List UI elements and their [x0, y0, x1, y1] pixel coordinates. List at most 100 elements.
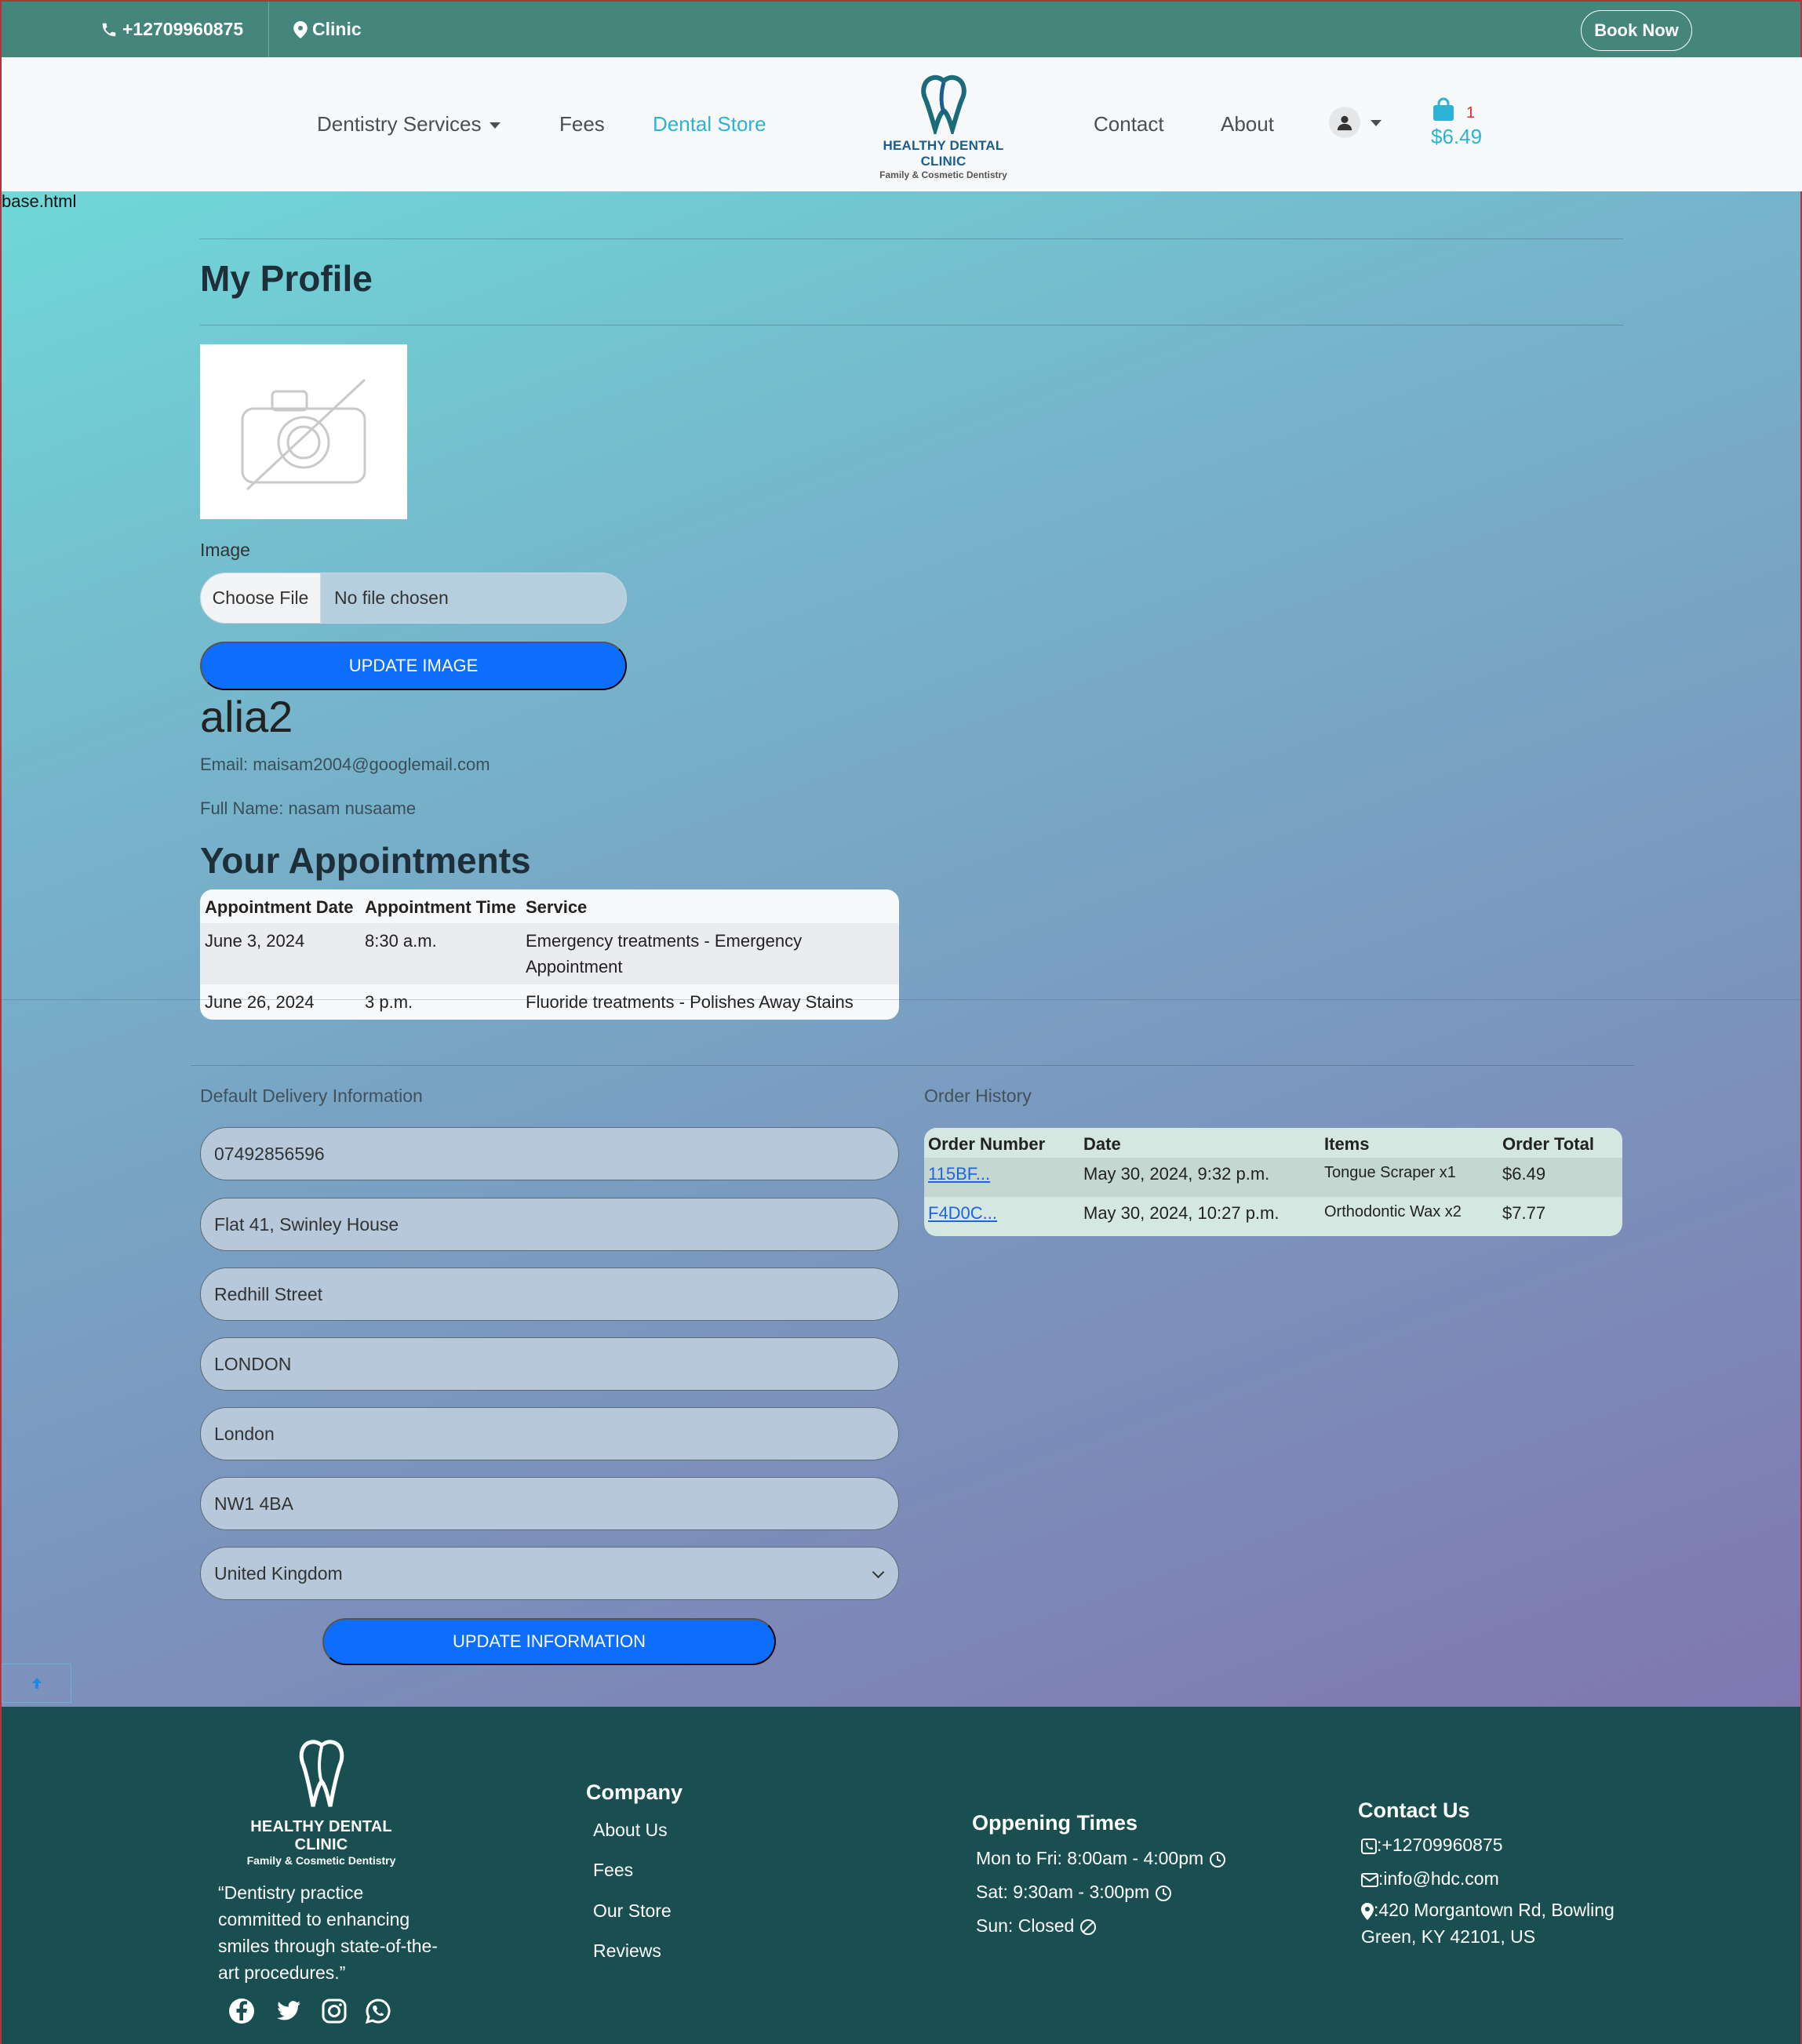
username-heading: alia2: [200, 692, 293, 741]
divider: [191, 1065, 1634, 1066]
shopping-bag-icon: [1433, 97, 1454, 121]
address-line1-field[interactable]: Flat 41, Swinley House: [200, 1198, 899, 1251]
col-service: Service: [526, 897, 588, 917]
user-menu-chevron-icon[interactable]: [1371, 120, 1382, 126]
cart-total: $6.49: [1431, 125, 1483, 148]
appointment-service: Fluoride treatments - Polishes Away Stai…: [526, 992, 854, 1012]
hours-weekdays-text: Mon to Fri: 8:00am - 4:00pm: [976, 1848, 1204, 1868]
scroll-to-top-button[interactable]: [2, 1664, 71, 1703]
topbar-clinic-link[interactable]: Clinic: [293, 19, 362, 40]
col-order-number: Order Number: [924, 1128, 1079, 1158]
nav-dental-store[interactable]: Dental Store: [653, 112, 766, 136]
county-field[interactable]: London: [200, 1407, 899, 1460]
file-status: No file chosen: [334, 587, 449, 608]
table-row: June 3, 2024 8:30 a.m. Emergency treatme…: [200, 923, 899, 984]
choose-file-button[interactable]: Choose File: [201, 573, 321, 623]
appointment-time: 8:30 a.m.: [360, 923, 521, 984]
footer-link-reviews[interactable]: Reviews: [593, 1940, 661, 1962]
country-select-value: United Kingdom: [214, 1562, 343, 1584]
footer-contact-address-text: :420 Morgantown Rd, Bowling Green, KY 42…: [1361, 1900, 1615, 1947]
topbar-phone-text: +12709960875: [122, 19, 244, 39]
logo-name: HEALTHY DENTAL CLINIC: [883, 138, 1004, 169]
instagram-icon[interactable]: [320, 1997, 348, 2025]
topbar-phone[interactable]: +12709960875: [100, 19, 243, 40]
profile-image: [200, 344, 407, 519]
order-history-title: Order History: [924, 1086, 1032, 1106]
footer-logo: HEALTHY DENTAL CLINIC Family & Cosmetic …: [237, 1734, 406, 1867]
facebook-icon[interactable]: [228, 1997, 256, 2025]
col-items: Items: [1320, 1128, 1498, 1158]
town-field[interactable]: LONDON: [200, 1337, 899, 1391]
tooth-logo-icon: [920, 75, 967, 138]
order-number-cell: 115BF...: [924, 1158, 1079, 1197]
footer-link-our-store[interactable]: Our Store: [593, 1900, 672, 1922]
order-total: $7.77: [1502, 1203, 1546, 1223]
map-pin-icon: [293, 20, 308, 38]
hours-weekdays: Mon to Fri: 8:00am - 4:00pm: [976, 1848, 1226, 1869]
hours-sunday-text: Sun: Closed: [976, 1915, 1075, 1936]
update-information-button[interactable]: UPDATE INFORMATION: [322, 1618, 776, 1665]
nav-contact[interactable]: Contact: [1094, 112, 1164, 136]
whatsapp-icon[interactable]: [364, 1997, 392, 2025]
envelope-icon: [1361, 1872, 1378, 1887]
arrow-up-icon: [31, 1678, 42, 1689]
clinic-logo[interactable]: HEALTHY DENTAL CLINIC Family & Cosmetic …: [863, 73, 1024, 180]
order-date: May 30, 2024, 10:27 p.m.: [1083, 1203, 1280, 1223]
footer-contact-phone[interactable]: :+12709960875: [1361, 1835, 1503, 1856]
phone-field[interactable]: 07492856596: [200, 1127, 899, 1180]
update-image-button[interactable]: UPDATE IMAGE: [200, 642, 627, 690]
user-avatar-icon[interactable]: [1329, 107, 1360, 138]
chevron-down-icon: [872, 1566, 885, 1579]
col-order-total: Order Total: [1498, 1128, 1622, 1158]
table-header-row: Order Number Date Items Order Total: [924, 1128, 1622, 1158]
postcode-field[interactable]: NW1 4BA: [200, 1477, 899, 1530]
order-number-link[interactable]: 115BF...: [928, 1164, 990, 1184]
footer-contact-address: :420 Morgantown Rd, Bowling Green, KY 42…: [1361, 1897, 1628, 1950]
footer-logo-tagline: Family & Cosmetic Dentistry: [246, 1854, 396, 1867]
no-photo-camera-icon: [241, 378, 366, 491]
footer-link-fees[interactable]: Fees: [593, 1860, 633, 1881]
phone-icon: [102, 23, 116, 36]
footer-quote: “Dentistry practice committed to enhanci…: [218, 1882, 438, 1983]
hours-sunday: Sun: Closed: [976, 1915, 1097, 1937]
hours-saturday-text: Sat: 9:30am - 3:00pm: [976, 1882, 1150, 1902]
order-items: Orthodontic Wax x2: [1324, 1203, 1462, 1220]
base-template-label: base.html: [2, 191, 77, 211]
footer-logo-name: HEALTHY DENTAL CLINIC: [250, 1818, 392, 1853]
table-row: F4D0C... May 30, 2024, 10:27 p.m. Orthod…: [924, 1197, 1622, 1236]
table-header-row: Appointment Date Appointment Time Servic…: [200, 889, 899, 923]
table-row: June 26, 2024 3 p.m. Fluoride treatments…: [200, 984, 899, 1020]
map-pin-icon: [1361, 1902, 1374, 1920]
footer-link-about-us[interactable]: About Us: [593, 1820, 668, 1841]
address-line2-field[interactable]: Redhill Street: [200, 1267, 899, 1321]
user-email: Email: maisam2004@googlemail.com: [200, 755, 490, 774]
footer-contact-title: Contact Us: [1358, 1799, 1470, 1822]
appointment-service: Emergency treatments - Emergency Appoint…: [521, 923, 899, 984]
top-bar: +12709960875 Clinic Book Now: [0, 0, 1802, 59]
phone-icon: [1361, 1838, 1377, 1854]
chevron-down-icon: [489, 122, 501, 129]
nav-about[interactable]: About: [1221, 112, 1274, 136]
footer-contact-email-text: :info@hdc.com: [1378, 1868, 1499, 1889]
appointment-time: 3 p.m.: [365, 992, 413, 1012]
col-appointment-time: Appointment Time: [365, 897, 516, 917]
user-full-name: Full Name: nasam nusaame: [200, 798, 417, 818]
nav-dentistry-services-label: Dentistry Services: [317, 112, 482, 136]
image-label: Image: [200, 540, 250, 560]
footer-contact-phone-text: :+12709960875: [1377, 1835, 1503, 1855]
nav-fees[interactable]: Fees: [559, 112, 605, 136]
image-file-input[interactable]: Choose File No file chosen: [200, 573, 627, 624]
clock-icon: [1155, 1885, 1171, 1901]
appointment-date: June 26, 2024: [205, 992, 315, 1012]
footer-contact-email[interactable]: :info@hdc.com: [1361, 1868, 1499, 1889]
country-select[interactable]: United Kingdom: [200, 1547, 899, 1600]
nav-dentistry-services[interactable]: Dentistry Services: [317, 112, 501, 136]
order-items: Tongue Scraper x1: [1320, 1158, 1498, 1197]
order-number-link[interactable]: F4D0C...: [928, 1203, 997, 1223]
book-now-button[interactable]: Book Now: [1581, 10, 1692, 51]
topbar-divider: [268, 2, 269, 59]
col-appointment-date: Appointment Date: [205, 897, 354, 917]
twitter-icon[interactable]: [275, 1997, 303, 2025]
logo-tagline: Family & Cosmetic Dentistry: [879, 169, 1007, 180]
cart-button[interactable]: 1 $6.49: [1431, 96, 1482, 148]
